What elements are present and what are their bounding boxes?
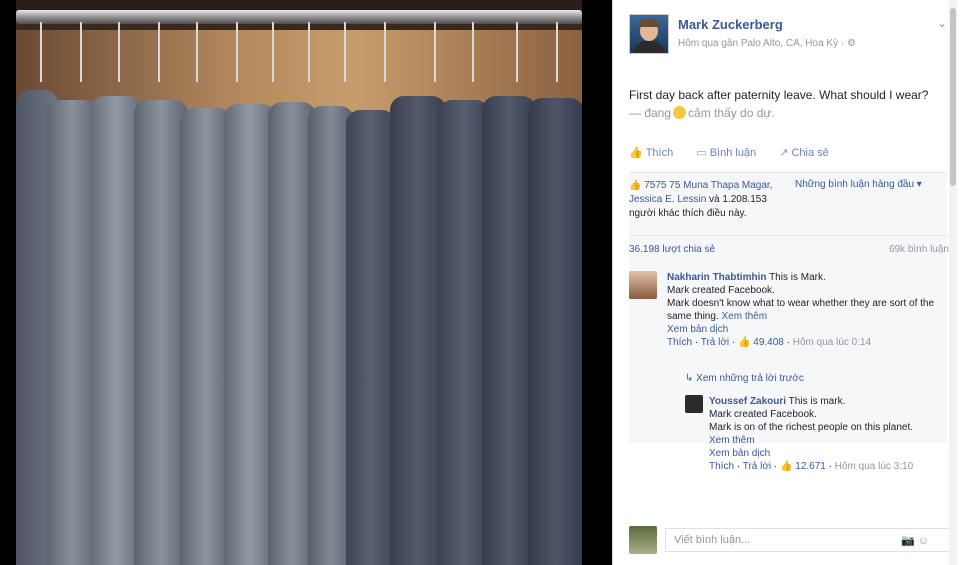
post-text: First day back after paternity leave. Wh… [629, 88, 929, 120]
camera-icon[interactable]: 📷 [901, 535, 915, 547]
commenter-name[interactable]: Youssef Zakouri [709, 396, 786, 407]
comments-count[interactable]: 69k bình luận [889, 244, 949, 255]
view-previous-replies[interactable]: ↳ Xem những trả lời trước [685, 373, 804, 384]
shares-row: 36.198 lượt chia sẻ 69k bình luận [629, 235, 949, 255]
like-button[interactable]: 👍 Thích [629, 147, 683, 159]
translate-link[interactable]: Xem bản dịch [709, 448, 770, 459]
smiley-icon[interactable]: ☺ [918, 535, 929, 547]
feeling-emoji-icon [673, 106, 687, 119]
see-more-link[interactable]: Xem thêm [709, 435, 755, 446]
translate-link[interactable]: Xem bản dịch [667, 324, 728, 335]
photo-pane[interactable] [0, 0, 612, 565]
post-header: Mark Zuckerberg Hôm qua gần Palo Alto, C… [629, 12, 949, 58]
comment-reply-link[interactable]: Trả lời [743, 461, 771, 472]
comment-icon: ▭ [696, 147, 707, 159]
comment-like-link[interactable]: Thích [667, 337, 692, 348]
comment-button[interactable]: ▭ Bình luận [696, 147, 766, 159]
comment-likes-count[interactable]: 👍 49.408 [738, 337, 784, 348]
comment-reply-link[interactable]: Trả lời [701, 337, 729, 348]
post-sidebar: Mark Zuckerberg Hôm qua gần Palo Alto, C… [612, 0, 960, 565]
shares-count[interactable]: 36.198 lượt chia sẻ [629, 244, 715, 255]
viewer-avatar [629, 526, 657, 554]
comment-like-link[interactable]: Thích [709, 461, 734, 472]
share-icon: ↗ [779, 147, 789, 159]
comment-item: Nakharin Thabtimhin This is Mark. Mark c… [667, 272, 935, 348]
write-comment-box: Viết bình luận... 📷 ☺ [629, 526, 955, 554]
closet-photo [16, 0, 582, 565]
chevron-down-icon[interactable]: ⌄ [937, 16, 947, 30]
comment-likes-count[interactable]: 👍 12.671 [780, 461, 826, 472]
commenter-avatar[interactable] [685, 395, 703, 413]
see-more-link[interactable]: Xem thêm [721, 311, 767, 322]
likes-summary: 👍 7575 75 Muna Thapa Magar, Jessica E. L… [629, 180, 773, 219]
post-meta: Hôm qua gần Palo Alto, CA, Hoa Kỳ · ⚙ [678, 38, 856, 49]
commenter-avatar[interactable] [629, 271, 657, 299]
clothes-rod [16, 10, 582, 24]
share-button[interactable]: ↗ Chia sẻ [779, 147, 839, 159]
author-avatar[interactable] [629, 14, 669, 54]
comment-sort-dropdown[interactable]: Những bình luận hàng đầu ▾ [795, 179, 922, 190]
comment-input-icons: 📷 ☺ [901, 534, 929, 547]
scrollbar-thumb[interactable] [950, 8, 956, 186]
likes-and-comments: 👍 7575 75 Muna Thapa Magar, Jessica E. L… [629, 172, 949, 472]
comment-item: Youssef Zakouri This is mark. Mark creat… [709, 396, 914, 472]
commenter-name[interactable]: Nakharin Thabtimhin [667, 272, 766, 283]
post-actions: 👍 Thích ▭ Bình luận ↗ Chia sẻ [629, 146, 849, 159]
author-name[interactable]: Mark Zuckerberg [678, 17, 783, 32]
thumbs-up-icon: 👍 [629, 147, 643, 159]
